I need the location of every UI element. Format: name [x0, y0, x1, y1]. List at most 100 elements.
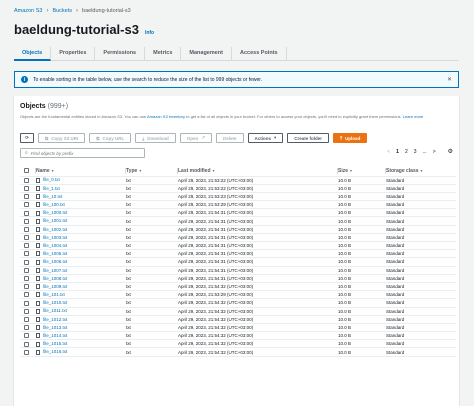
row-checkbox[interactable]	[24, 300, 29, 306]
row-checkbox[interactable]	[24, 243, 29, 249]
open-button[interactable]: Open ↗	[179, 133, 212, 143]
object-link[interactable]: file_0.txt	[43, 177, 60, 182]
row-checkbox[interactable]	[24, 259, 29, 265]
table-row[interactable]: file_1004.txt txt April 29, 2023, 21:54:31…	[20, 241, 456, 251]
breadcrumb-buckets[interactable]: Buckets	[52, 8, 72, 14]
table-row[interactable]: file_1007.txt txt April 29, 2023, 21:54:31…	[20, 266, 456, 275]
row-checkbox[interactable]	[24, 218, 29, 224]
table-row[interactable]: file_1009.txt txt April 29, 2023, 21:54:32…	[20, 282, 456, 292]
tab-properties[interactable]: Properties	[51, 47, 96, 61]
page-2[interactable]: 2	[405, 149, 408, 155]
object-link[interactable]: file_1003.txt	[43, 235, 67, 240]
row-checkbox[interactable]	[24, 251, 29, 257]
table-row[interactable]: file_1015.txt txt April 29, 2023, 21:54:32…	[20, 339, 456, 349]
object-link[interactable]: file_1005.txt	[43, 251, 67, 256]
settings-gear-icon[interactable]: ⚙	[448, 148, 453, 155]
table-row[interactable]: file_1013.txt txt April 29, 2023, 21:54:32…	[20, 323, 456, 333]
object-link[interactable]: file_1002.txt	[43, 227, 67, 232]
row-checkbox[interactable]	[24, 267, 29, 273]
row-checkbox[interactable]	[24, 226, 29, 232]
object-link[interactable]: file_10.txt	[43, 194, 62, 199]
row-checkbox[interactable]	[24, 333, 29, 339]
object-link[interactable]: file_1013.txt	[43, 325, 67, 330]
column-storage-class[interactable]: Storage class ▾	[386, 166, 456, 177]
tab-access-points[interactable]: Access Points	[232, 47, 287, 61]
object-link[interactable]: file_1006.txt	[43, 259, 67, 264]
table-row[interactable]: file_1000.txt txt April 29, 2023, 21:54:31…	[20, 208, 456, 218]
table-row[interactable]: file_1014.txt txt April 29, 2023, 21:54:32…	[20, 331, 456, 341]
table-row[interactable]: file_1006.txt txt April 29, 2023, 21:54:31…	[20, 257, 456, 267]
close-icon[interactable]: ✕	[447, 76, 452, 83]
tab-management[interactable]: Management	[181, 47, 233, 61]
table-row[interactable]: file_10.txt txt April 29, 2023, 21:53:23 (…	[20, 192, 456, 202]
row-checkbox[interactable]	[24, 341, 29, 347]
table-row[interactable]: file_1002.txt txt April 29, 2023, 21:54:31…	[20, 225, 456, 234]
column-name[interactable]: Name ▾	[36, 166, 126, 177]
table-row[interactable]: file_1003.txt txt April 29, 2023, 21:54:31…	[20, 233, 456, 243]
column-size[interactable]: Size ▾	[338, 166, 386, 177]
table-row[interactable]: file_1008.txt txt April 29, 2023, 21:54:31…	[20, 274, 456, 283]
delete-button[interactable]: Delete	[216, 133, 244, 143]
learn-more-link[interactable]: Learn more	[403, 114, 423, 119]
next-page-button[interactable]: >	[433, 149, 436, 155]
column-type[interactable]: Type ▾	[126, 166, 178, 177]
breadcrumb-amazon-s3[interactable]: Amazon S3	[14, 8, 42, 14]
object-link[interactable]: file_1014.txt	[43, 333, 67, 338]
object-link[interactable]: file_100.txt	[43, 202, 65, 207]
row-checkbox[interactable]	[24, 284, 29, 290]
column-last-modified[interactable]: Last modified ▾	[178, 166, 338, 177]
refresh-button[interactable]: ⟳	[20, 133, 34, 143]
object-link[interactable]: file_1007.txt	[43, 268, 67, 273]
table-row[interactable]: file_1010.txt txt April 29, 2023, 21:54:32…	[20, 298, 456, 308]
table-row[interactable]: file_1001.txt txt April 29, 2023, 21:54:31…	[20, 216, 456, 226]
object-link[interactable]: file_1.txt	[43, 186, 60, 191]
row-checkbox[interactable]	[24, 210, 29, 216]
object-link[interactable]: file_1009.txt	[43, 284, 67, 289]
row-checkbox[interactable]	[24, 177, 29, 183]
row-checkbox[interactable]	[24, 325, 29, 331]
row-checkbox[interactable]	[24, 276, 29, 281]
page-3[interactable]: 3	[414, 149, 417, 155]
object-link[interactable]: file_1008.txt	[43, 276, 67, 281]
object-link[interactable]: file_1004.txt	[43, 243, 67, 248]
object-link[interactable]: file_1000.txt	[43, 210, 67, 215]
object-link[interactable]: file_101.txt	[43, 292, 65, 297]
copy-url-button[interactable]: ⧉ Copy URL	[89, 133, 132, 143]
object-link[interactable]: file_1015.txt	[43, 341, 67, 346]
table-row[interactable]: file_1016.txt txt April 29, 2023, 21:54:32…	[20, 347, 456, 357]
row-checkbox[interactable]	[24, 292, 29, 298]
table-row[interactable]: file_1005.txt txt April 29, 2023, 21:54:31…	[20, 249, 456, 259]
table-row[interactable]: file_1012.txt txt April 29, 2023, 21:54:32…	[20, 315, 456, 324]
row-checkbox[interactable]	[24, 316, 29, 322]
tab-objects[interactable]: Objects	[14, 47, 52, 61]
table-row[interactable]: file_1011.txt txt April 29, 2023, 21:54:32…	[20, 307, 456, 316]
object-link[interactable]: file_1012.txt	[43, 317, 67, 322]
row-checkbox[interactable]	[24, 202, 29, 208]
table-row[interactable]: file_100.txt txt April 29, 2023, 21:53:29 …	[20, 200, 456, 210]
row-checkbox[interactable]	[24, 194, 29, 200]
row-checkbox[interactable]	[24, 235, 29, 241]
prev-page-button[interactable]: <	[387, 149, 390, 155]
row-checkbox[interactable]	[24, 349, 29, 355]
upload-button[interactable]: ⤒ Upload	[333, 133, 368, 143]
row-checkbox[interactable]	[24, 185, 29, 191]
tab-metrics[interactable]: Metrics	[145, 47, 182, 61]
copy-s3-uri-button[interactable]: ⧉ Copy S3 URI	[38, 133, 86, 143]
create-folder-button[interactable]: Create folder	[287, 133, 330, 143]
table-row[interactable]: file_101.txt txt April 29, 2023, 21:53:29 …	[20, 290, 456, 300]
download-button[interactable]: ⤓ Download	[135, 133, 176, 143]
object-link[interactable]: file_1011.txt	[43, 308, 67, 313]
table-row[interactable]: file_0.txt txt April 29, 2023, 21:53:22 (U…	[20, 176, 456, 185]
table-row[interactable]: file_1.txt txt April 29, 2023, 21:53:22 (U…	[20, 184, 456, 193]
actions-button[interactable]: Actions ▾	[247, 133, 284, 143]
search-input[interactable]	[30, 150, 141, 156]
row-checkbox[interactable]	[24, 308, 29, 314]
object-link[interactable]: file_1010.txt	[43, 300, 67, 305]
tab-permissions[interactable]: Permissions	[95, 47, 146, 61]
object-link[interactable]: file_1001.txt	[43, 218, 67, 223]
object-link[interactable]: file_1016.txt	[43, 349, 67, 354]
select-all-checkbox[interactable]	[24, 167, 29, 173]
page-1[interactable]: 1	[396, 149, 399, 155]
info-link[interactable]: Info	[145, 30, 154, 36]
inventory-link[interactable]: Amazon S3 inventory	[147, 114, 185, 119]
